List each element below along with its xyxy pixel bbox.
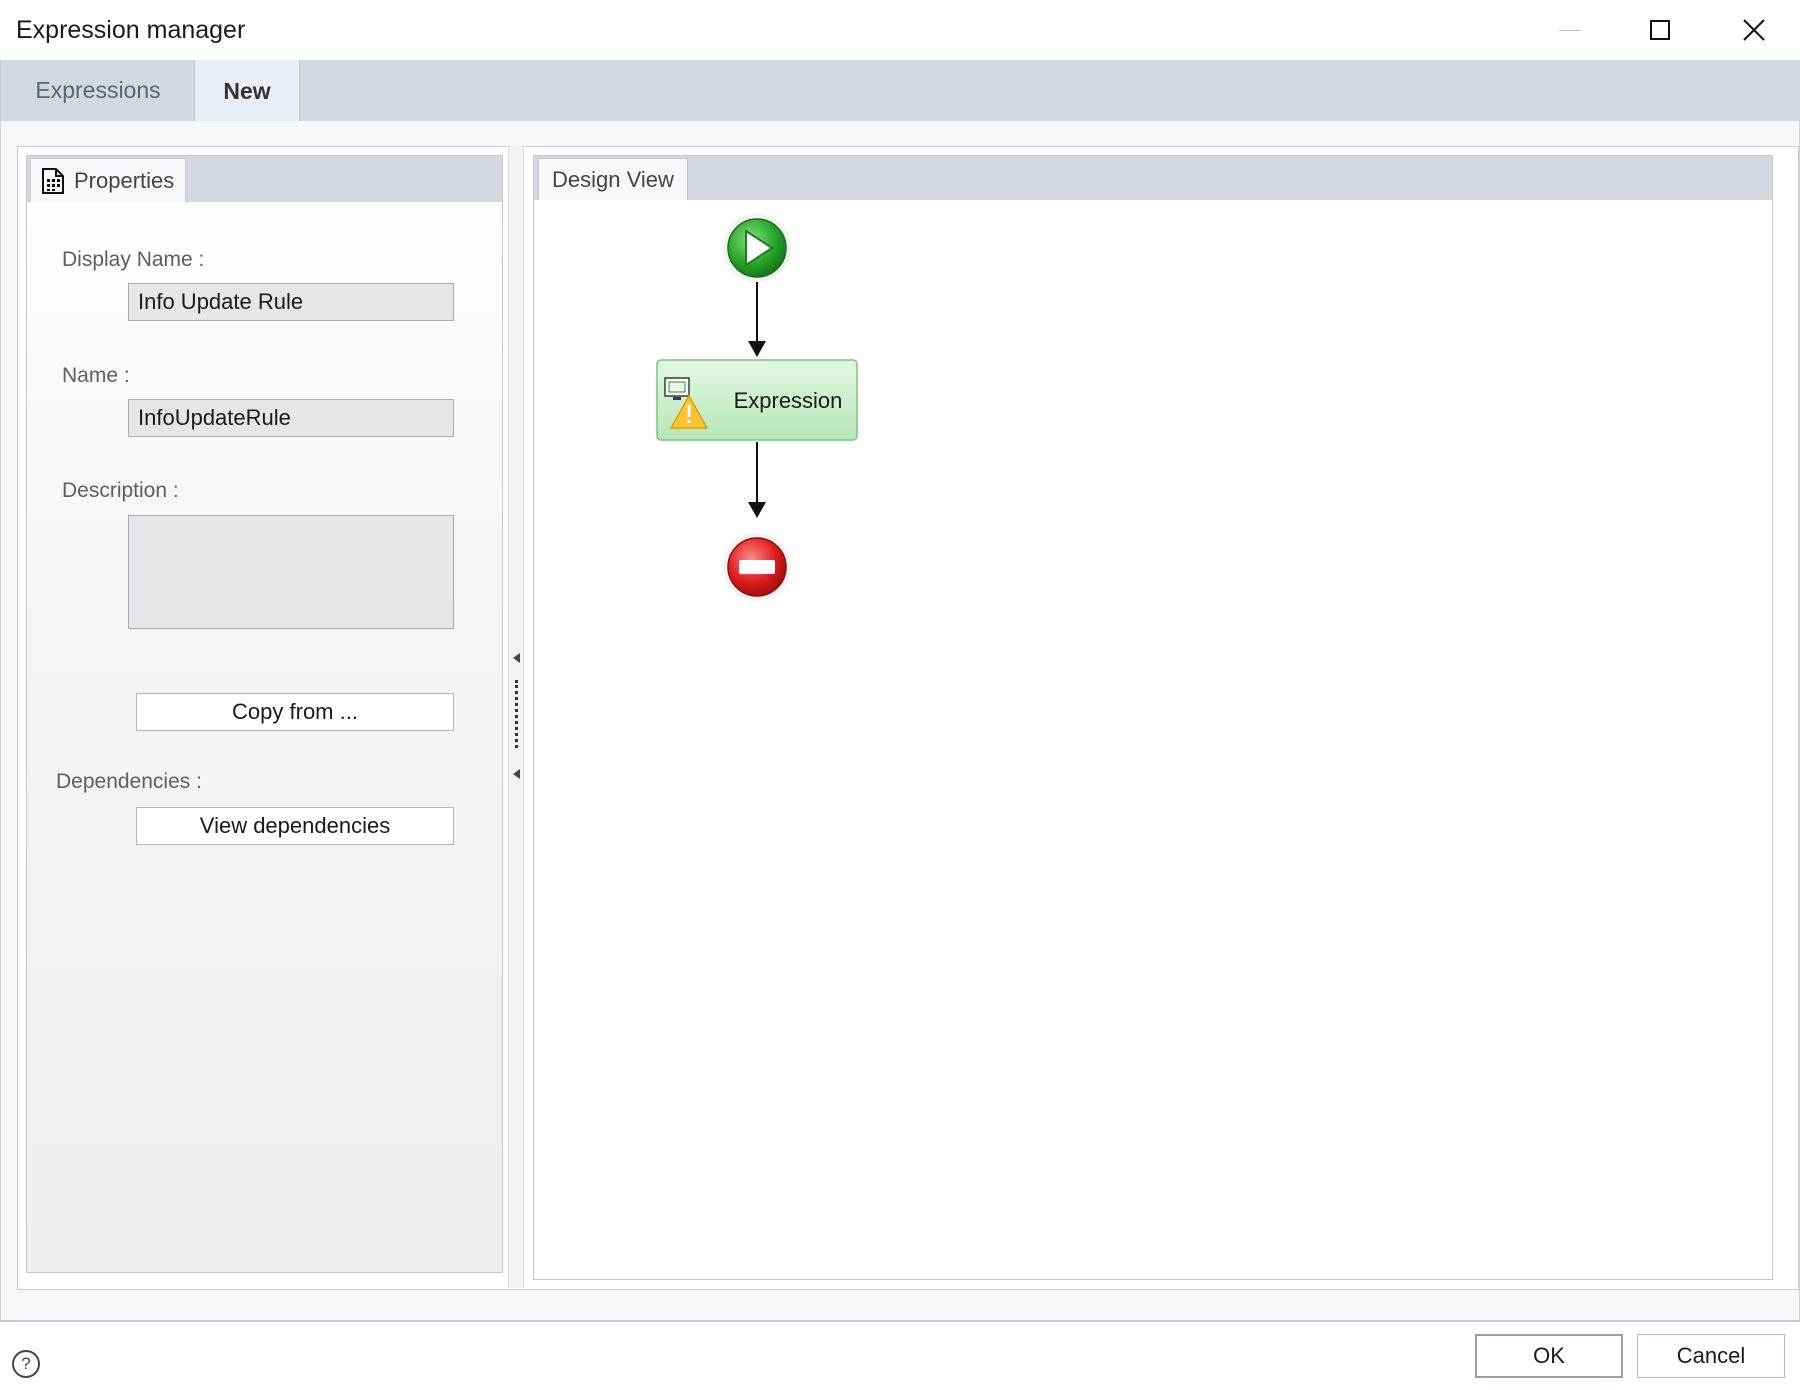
stop-icon xyxy=(739,560,775,574)
cancel-button[interactable]: Cancel xyxy=(1637,1334,1785,1378)
name-label: Name : xyxy=(62,364,130,387)
tab-properties[interactable]: Properties xyxy=(30,158,186,202)
properties-panel: Properties Display Name : Info Update Ru… xyxy=(26,155,503,1273)
dependencies-label: Dependencies : xyxy=(56,770,202,793)
minimize-icon xyxy=(1559,29,1581,31)
tab-expressions[interactable]: Expressions xyxy=(3,60,193,121)
properties-tabbar: Properties xyxy=(27,156,502,202)
dialog-footer: ? OK Cancel xyxy=(0,1320,1800,1390)
collapse-arrow-icon[interactable] xyxy=(513,769,520,779)
design-view-panel: Design View Expression xyxy=(533,155,1773,1280)
start-node[interactable] xyxy=(723,214,791,282)
view-dependencies-button[interactable]: View dependencies xyxy=(136,807,454,845)
name-field[interactable]: InfoUpdateRule xyxy=(128,399,454,437)
display-name-field[interactable]: Info Update Rule xyxy=(128,283,454,321)
design-canvas[interactable]: Expression xyxy=(534,200,1772,1279)
ok-button[interactable]: OK xyxy=(1475,1334,1623,1378)
panel-splitter[interactable] xyxy=(508,146,524,1288)
tab-design-view[interactable]: Design View xyxy=(538,158,688,200)
minimize-button[interactable] xyxy=(1524,0,1616,60)
title-bar: Expression manager xyxy=(0,0,1800,60)
maximize-button[interactable] xyxy=(1614,0,1706,60)
connector xyxy=(748,274,766,357)
end-node[interactable] xyxy=(723,533,791,601)
window-title: Expression manager xyxy=(16,16,246,44)
expression-monitor-icon xyxy=(664,377,690,400)
connector xyxy=(748,442,766,518)
help-icon[interactable]: ? xyxy=(12,1350,40,1378)
description-field[interactable] xyxy=(128,515,454,629)
copy-from-button[interactable]: Copy from ... xyxy=(136,693,454,731)
collapse-arrow-icon[interactable] xyxy=(513,653,520,663)
close-button[interactable] xyxy=(1708,0,1800,60)
properties-tab-label: Properties xyxy=(74,167,175,193)
splitter-grip[interactable] xyxy=(515,680,518,748)
design-tabbar: Design View xyxy=(534,156,1772,200)
tab-new[interactable]: New xyxy=(194,60,300,122)
workflow-diagram: Expression xyxy=(656,214,858,601)
tab-strip: Expressions New xyxy=(0,60,1800,122)
expression-node-label: Expression xyxy=(734,388,843,413)
close-icon xyxy=(1743,19,1765,41)
description-label: Description : xyxy=(62,479,179,502)
maximize-icon xyxy=(1650,20,1670,40)
expression-activity-node[interactable]: Expression xyxy=(656,359,858,441)
properties-sheet-icon xyxy=(42,167,64,194)
display-name-label: Display Name : xyxy=(62,248,205,271)
